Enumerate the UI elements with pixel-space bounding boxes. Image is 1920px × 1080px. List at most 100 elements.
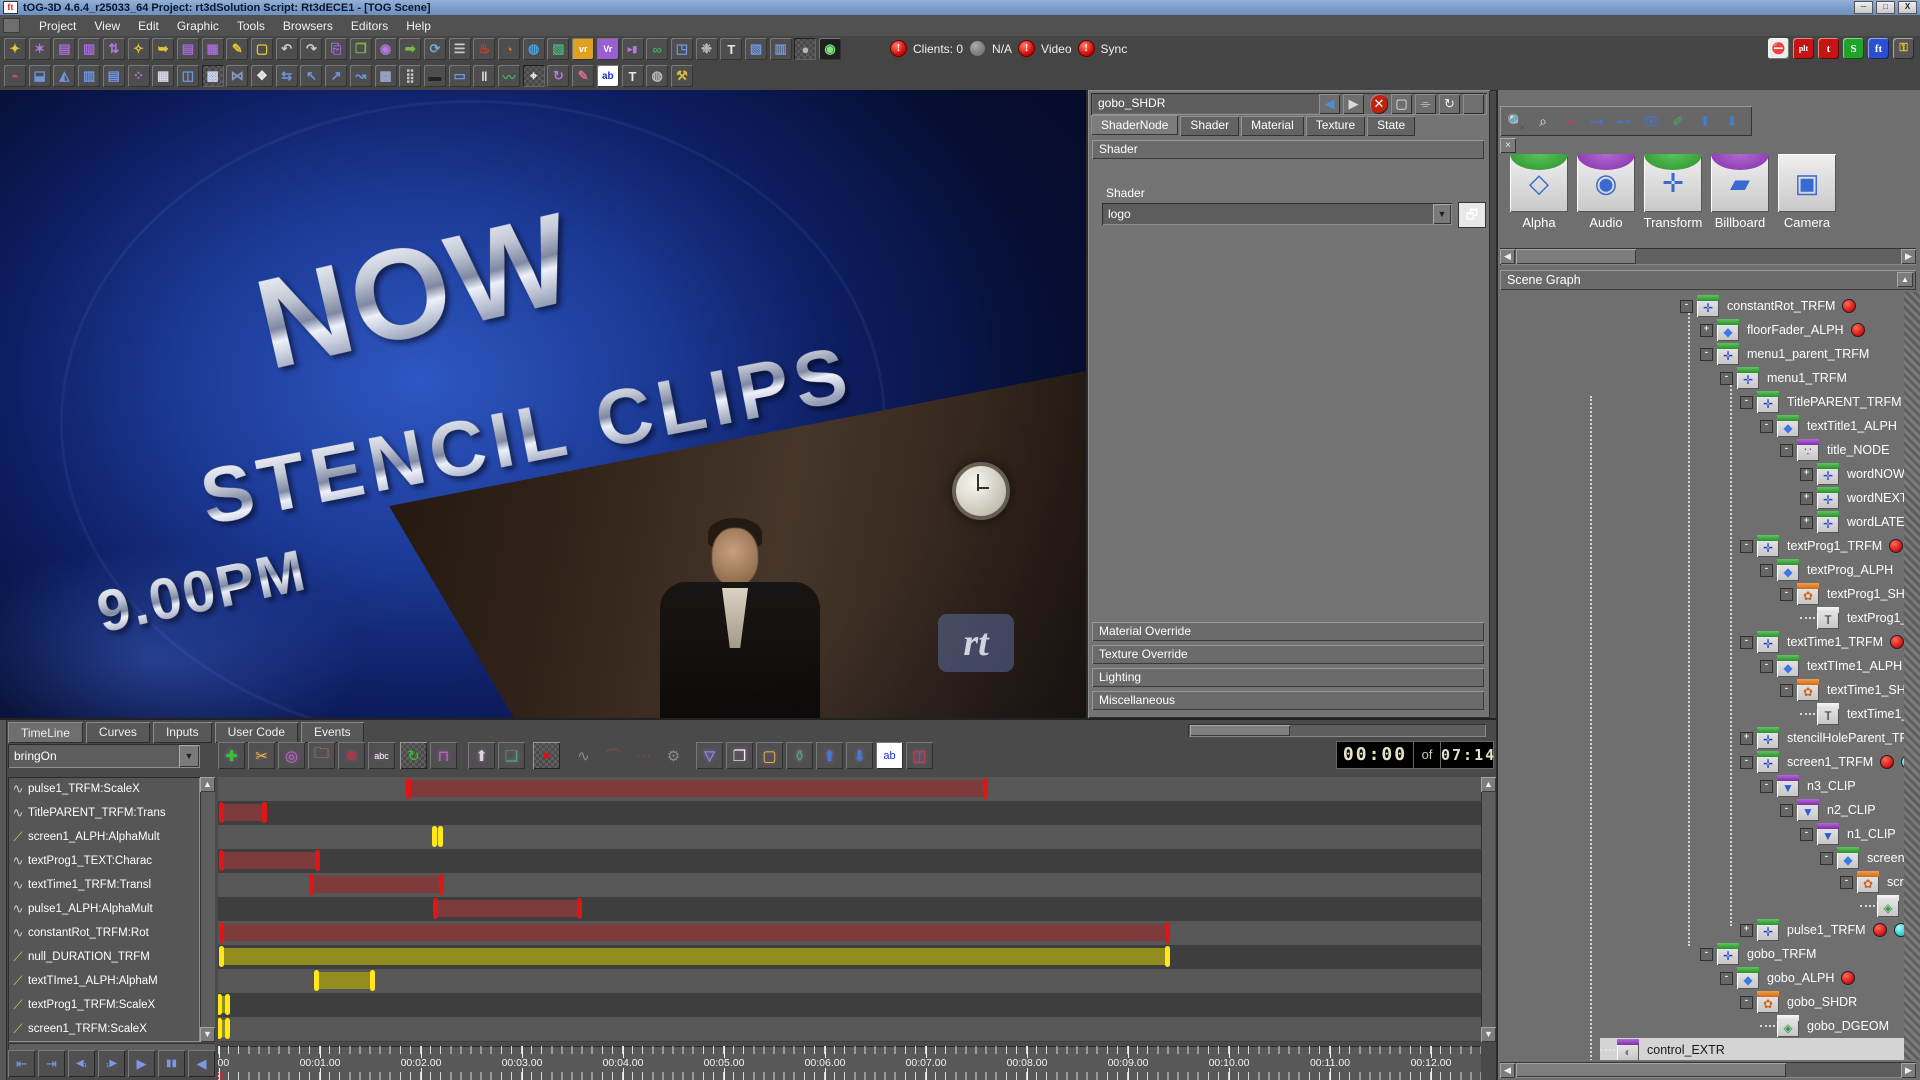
tree-node-textTime1_TEXT[interactable]: TtextTime1_TEXT xyxy=(1800,702,1904,726)
chevron-down-icon[interactable]: ▼ xyxy=(179,745,199,767)
minimize-button[interactable]: ─ xyxy=(1854,1,1873,14)
vr-edit-icon[interactable]: Vr xyxy=(597,38,619,60)
track-row-textTIme1_ALPH[interactable] xyxy=(218,969,1481,993)
track-name-TitlePARENT_TRFM[interactable]: ∿TitlePARENT_TRFM:Trans xyxy=(8,801,200,825)
chevron-down-icon[interactable]: ▼ xyxy=(1433,204,1451,224)
timeline-bar[interactable] xyxy=(434,828,441,845)
timeline-bar[interactable] xyxy=(316,972,373,989)
ghost-icon[interactable]: ⌯ xyxy=(1415,94,1436,114)
ft-badge-icon[interactable]: ft xyxy=(1868,38,1889,59)
expander-icon[interactable]: - xyxy=(1760,420,1773,433)
step-forward-button[interactable]: ₁▶ xyxy=(98,1050,125,1077)
expander-icon[interactable]: - xyxy=(1680,300,1693,313)
tab-user-code[interactable]: User Code xyxy=(215,722,298,743)
palette-scrollbar[interactable]: ◀ ▶ xyxy=(1500,248,1916,265)
collapse-icon[interactable]: ▲ xyxy=(1897,272,1913,287)
timeline-bar[interactable] xyxy=(221,852,318,869)
stereo-glasses-icon[interactable]: ∞ xyxy=(646,38,668,60)
find-image-icon[interactable]: ▧ xyxy=(745,38,767,60)
tree-node-floorFader_ALPH[interactable]: +◆floorFader_ALPH xyxy=(1700,318,1865,342)
take-selector[interactable]: bringOn ▼ xyxy=(8,744,200,768)
tile-windows-icon[interactable]: ❖ xyxy=(251,65,273,87)
timeline-tracks-area[interactable] xyxy=(218,777,1481,1042)
edit-icon[interactable]: ✎ xyxy=(226,38,248,60)
tree-node-wordNEXT_TRFM[interactable]: +✛wordNEXT_TRFM xyxy=(1800,486,1904,510)
tree-node-textProg_ALPH[interactable]: -◆textProg_ALPH xyxy=(1760,558,1893,582)
timeline-bar[interactable] xyxy=(219,1020,228,1037)
track-row-constantRot_TRFM[interactable] xyxy=(218,921,1481,945)
rotate-tool-icon[interactable]: ↻ xyxy=(547,65,569,87)
shader-select[interactable]: logo ▼ xyxy=(1102,203,1452,225)
tab-shadernode[interactable]: ShaderNode xyxy=(1091,115,1178,135)
track-down-icon[interactable]: ⬇ xyxy=(846,742,873,769)
expander-icon[interactable]: - xyxy=(1700,348,1713,361)
find-geometry-icon[interactable]: ◳ xyxy=(671,38,693,60)
tree-node-screen1_SHDR[interactable]: -✿screen1_SHDR xyxy=(1840,870,1904,894)
menu-graphic[interactable]: Graphic xyxy=(168,17,228,35)
tree-node-stencilHoleParent_TRFM[interactable]: +✛stencilHoleParent_TRFM xyxy=(1740,726,1904,750)
bend-left-icon[interactable]: ↖ xyxy=(300,65,322,87)
shader-section-bar[interactable]: Shader xyxy=(1092,140,1484,159)
text-tool-icon[interactable]: T xyxy=(622,65,644,87)
expander-icon[interactable]: - xyxy=(1780,684,1793,697)
tab-curves[interactable]: Curves xyxy=(86,722,150,743)
find-node-tree-icon[interactable]: ⌕ xyxy=(1531,109,1555,133)
menu-editors[interactable]: Editors xyxy=(342,17,397,35)
image-browser-icon[interactable]: ▧ xyxy=(547,38,569,60)
paint-icon[interactable]: ✎ xyxy=(572,65,594,87)
scene-graph-scrollbar[interactable]: ◀ ▶ xyxy=(1500,1062,1916,1078)
scroll-right-icon[interactable]: ▶ xyxy=(1901,1063,1916,1078)
page-copy-icon[interactable]: ❐ xyxy=(726,742,753,769)
palette-item-audio[interactable]: ◉Audio xyxy=(1575,154,1637,230)
scroll-up-icon[interactable]: ▲ xyxy=(1481,777,1496,792)
close-icon[interactable]: × xyxy=(1500,138,1516,153)
viewport-scroll-thumb[interactable] xyxy=(1190,725,1290,736)
pause-button[interactable]: ▮▮ xyxy=(158,1050,185,1077)
show-hide-icon[interactable]: 👁 xyxy=(1639,109,1663,133)
tab-shader[interactable]: Shader xyxy=(1180,116,1239,136)
track-list-scrollbar[interactable]: ▲ ▼ xyxy=(200,777,215,1042)
expander-icon[interactable]: - xyxy=(1740,756,1753,769)
tab-texture[interactable]: Texture xyxy=(1306,116,1365,136)
scene-graph-header[interactable]: Scene Graph ▲ xyxy=(1500,270,1916,290)
menu-help[interactable]: Help xyxy=(397,17,440,35)
tree-node-textProg1_TRFM[interactable]: -✛textProg1_TRFM xyxy=(1740,534,1904,558)
save-setup-icon[interactable]: ▦ xyxy=(202,38,224,60)
go-start-button[interactable]: ⇤ xyxy=(8,1050,35,1077)
expander-icon[interactable]: - xyxy=(1800,828,1813,841)
expander-icon[interactable]: - xyxy=(1740,996,1753,1009)
back-icon[interactable]: ◀ xyxy=(1319,94,1340,114)
expander-icon[interactable]: - xyxy=(1760,564,1773,577)
palette-item-alpha[interactable]: ◇Alpha xyxy=(1508,154,1570,230)
expander-icon[interactable]: + xyxy=(1800,492,1813,505)
find-node-icon[interactable]: 🔍 xyxy=(1504,109,1528,133)
track-row-pulse1_TRFM[interactable] xyxy=(218,777,1481,801)
section-material-override[interactable]: Material Override xyxy=(1092,622,1484,641)
action-magnet-icon[interactable]: ⊓ xyxy=(430,742,457,769)
expander-icon[interactable]: - xyxy=(1720,972,1733,985)
timeline-bar[interactable] xyxy=(221,924,1168,941)
new-effect-icon[interactable]: ✶ xyxy=(29,38,51,60)
timeline-bar[interactable] xyxy=(221,804,265,821)
tab-inputs[interactable]: Inputs xyxy=(153,722,212,743)
track-name-textProg1_TRFM[interactable]: ⟋textProg1_TRFM:ScaleX xyxy=(8,993,200,1017)
tree-node-title_NODE[interactable]: -∵title_NODE xyxy=(1780,438,1890,462)
layout-icon[interactable]: ▤ xyxy=(103,65,125,87)
forward-icon[interactable]: ▶ xyxy=(1343,94,1364,114)
tree-node-screen1_DGEOM[interactable]: ◈screen1_DGEOM xyxy=(1860,894,1904,918)
expander-icon[interactable]: + xyxy=(1800,516,1813,529)
expander-icon[interactable]: + xyxy=(1700,324,1713,337)
palette-item-transform[interactable]: ✛Transform xyxy=(1642,154,1704,230)
no-entry-icon[interactable]: ⛔ xyxy=(1768,38,1789,59)
track-row-TitlePARENT_TRFM[interactable] xyxy=(218,801,1481,825)
track-name-textProg1_TEXT[interactable]: ∿textProg1_TEXT:Charac xyxy=(8,849,200,873)
track-row-textTime1_TRFM[interactable] xyxy=(218,873,1481,897)
tree-append-icon[interactable]: ⊷ xyxy=(1612,109,1636,133)
tree-node-gobo_SHDR[interactable]: -✿gobo_SHDR xyxy=(1740,990,1857,1014)
section-miscellaneous[interactable]: Miscellaneous xyxy=(1092,691,1484,710)
track-name-null_DURATION_TRFM[interactable]: ⟋null_DURATION_TRFM xyxy=(8,945,200,969)
action-delete-icon[interactable]: ✕ xyxy=(338,742,365,769)
action-cut-icon[interactable]: ✂ xyxy=(248,742,275,769)
grid-light-icon[interactable]: ▦ xyxy=(152,65,174,87)
menu-view[interactable]: View xyxy=(85,17,129,35)
